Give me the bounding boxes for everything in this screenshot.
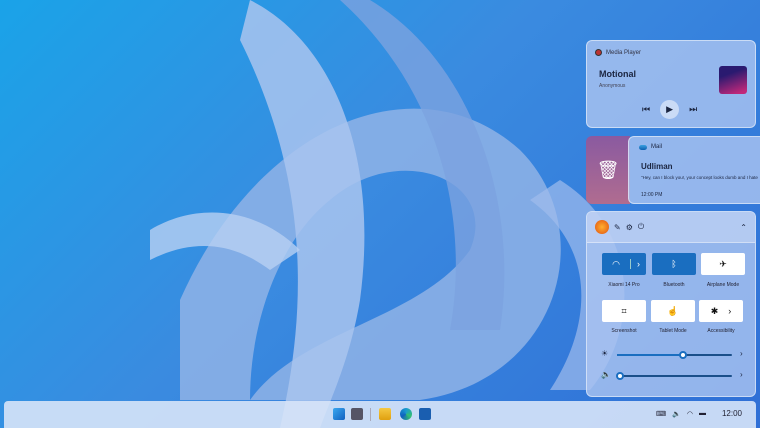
previous-track-icon[interactable]: ⏮ [642,104,650,115]
airplane-mode-label: Airplane Mode [706,282,740,288]
media-player-icon [595,49,602,56]
airplane-icon: ✈ [719,258,727,269]
wifi-label: Xiaomi 14 Pro [608,282,640,288]
mail-preview: "Hey, can I block you!, your concept loo… [641,175,758,180]
touch-hand-icon: ☝ [667,305,679,316]
store-icon[interactable] [419,408,431,420]
brightness-chevron-icon[interactable]: › [740,349,743,358]
mail-icon [639,144,647,150]
accessibility-chevron-icon[interactable]: › [728,306,731,316]
accessibility-icon: ✱ [710,305,719,316]
wifi-toggle[interactable]: ◠ › [602,253,646,275]
accessibility-toggle[interactable]: ✱ › [699,300,743,322]
volume-icon: 🔈 [601,370,611,379]
delete-notification-button[interactable]: 🗑 [586,136,630,204]
mail-time: 12:00 PM [641,192,663,198]
album-art [719,66,747,94]
user-avatar[interactable] [595,220,609,234]
screenshot-toggle[interactable]: ⌗ [602,300,646,322]
airplane-mode-toggle[interactable]: ✈ [701,253,745,275]
edit-icon[interactable]: ✎ [614,223,621,232]
brightness-slider[interactable] [617,351,732,359]
volume-slider-thumb[interactable] [616,372,625,380]
crop-icon: ⌗ [621,305,627,316]
media-app-name: Media Player [606,49,642,56]
brightness-icon: ☀ [601,349,609,358]
start-button-windows-icon[interactable] [333,408,345,420]
collapse-chevron-icon[interactable]: ⌃ [740,223,747,232]
track-artist: Anonymous [599,83,626,89]
screenshot-label: Screenshot [611,328,637,334]
volume-slider[interactable] [616,372,732,380]
task-view-icon[interactable] [351,408,363,420]
bluetooth-toggle[interactable]: ᛒ [652,253,696,275]
power-icon[interactable]: ⏻ [638,222,644,232]
keyboard-icon[interactable]: ⌨ [656,410,666,418]
settings-icon[interactable]: ⚙ [626,223,633,232]
taskbar-divider [370,408,371,421]
file-explorer-icon[interactable] [379,408,391,420]
mail-sender: Udliman [641,162,673,171]
bluetooth-label: Bluetooth [663,282,685,288]
wifi-expand-chevron-icon[interactable]: › [630,259,646,269]
next-track-icon[interactable]: ⏭ [689,104,697,115]
mail-notification[interactable]: Mail Udliman "Hey, can I block you!, you… [628,136,760,204]
speaker-icon[interactable]: 🔈 [672,410,681,418]
brightness-slider-thumb[interactable] [678,351,687,359]
tablet-mode-label: Tablet Mode [659,328,687,334]
trash-icon: 🗑 [596,159,620,180]
battery-icon[interactable]: ▬ [699,410,706,417]
accessibility-label: Accessibility [707,328,735,334]
bluetooth-icon: ᛒ [671,259,677,269]
mail-app-name: Mail [651,144,663,150]
track-title: Motional [599,69,636,79]
tablet-mode-toggle[interactable]: ☝ [651,300,695,322]
media-player-card[interactable]: Media Player Motional Anonymous ⏮ ▶ ⏭ [586,40,756,128]
clock[interactable]: 12:00 [722,409,742,418]
play-button[interactable]: ▶ [660,100,680,119]
taskbar: ⌨ 🔈 ◠ ▬ 12:00 [4,401,756,428]
volume-chevron-icon[interactable]: › [740,370,743,379]
edge-browser-icon[interactable] [400,408,412,420]
wifi-tray-icon[interactable]: ◠ [687,410,693,418]
quick-settings-panel: ✎ ⚙ ⏻ ⌃ ◠ › Xiaomi 14 Pro ᛒ Bluetooth ✈ A… [586,211,756,397]
wifi-icon: ◠ [612,258,620,269]
